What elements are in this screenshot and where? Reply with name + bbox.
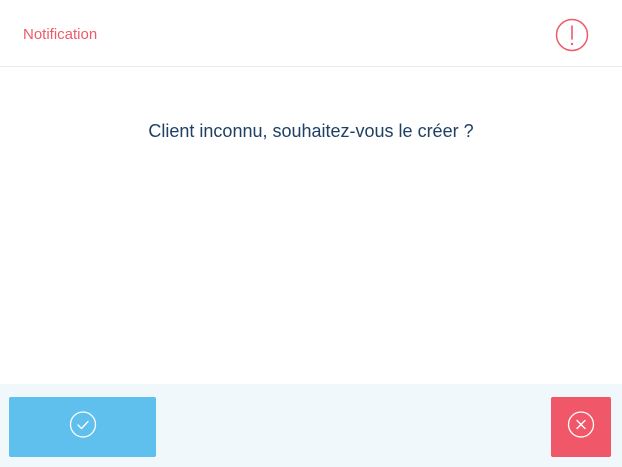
dialog-header: Notification — [0, 0, 622, 67]
check-circle-icon — [69, 411, 97, 444]
dialog-footer — [0, 384, 622, 467]
dialog-title: Notification — [23, 26, 98, 43]
close-circle-icon — [567, 411, 595, 444]
cancel-button[interactable] — [551, 397, 611, 457]
alert-circle-icon — [555, 18, 589, 52]
dialog-message: Client inconnu, souhaitez-vous le créer … — [148, 121, 474, 141]
notification-dialog: Notification Client inconnu, souhaitez-v… — [0, 0, 622, 467]
confirm-button[interactable] — [9, 397, 156, 457]
